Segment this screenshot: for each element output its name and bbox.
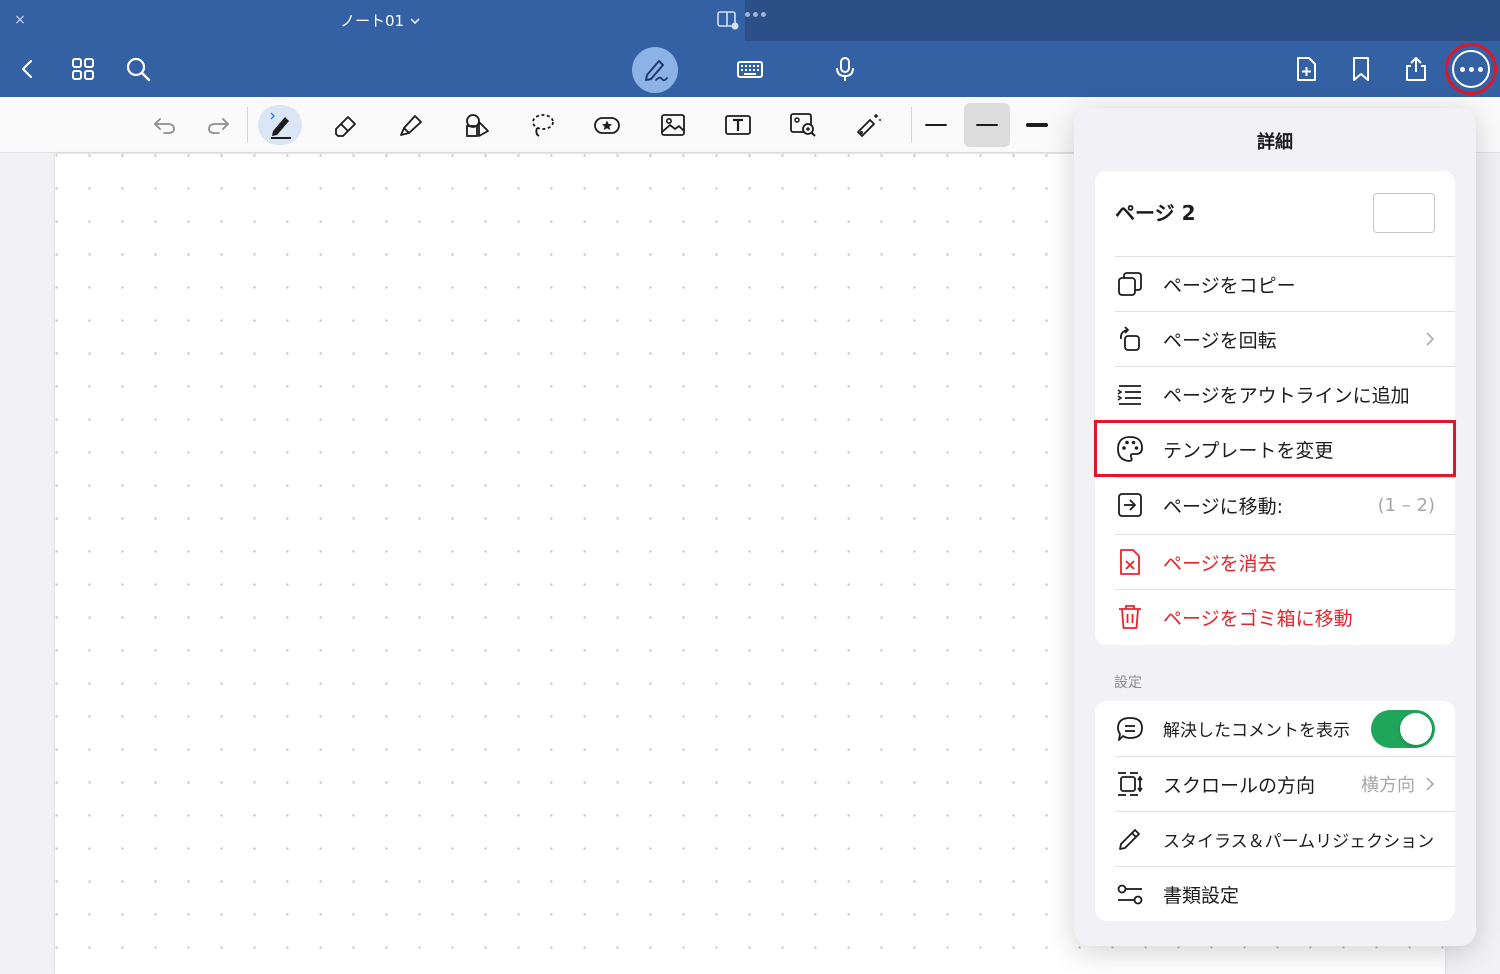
change-template-highlight (1094, 420, 1456, 477)
active-document-tab[interactable]: × ノート01 (0, 0, 745, 41)
more-icon (1459, 66, 1465, 72)
page-actions-group: ページ 2 ページをコピー ページを回転 ページをアウトラインに追加 テンプレー… (1095, 171, 1455, 645)
shapes-tool[interactable] (455, 105, 499, 145)
settings-section-label: 設定 (1114, 675, 1142, 691)
microphone-button[interactable] (825, 49, 865, 89)
copy-page-item[interactable]: ページをコピー (1115, 256, 1455, 311)
stroke-width-thick[interactable] (1014, 103, 1060, 147)
undo-button[interactable] (142, 105, 186, 145)
document-title: ノート01 (340, 12, 405, 30)
pen-mode-icon (645, 60, 668, 82)
settings-group: 解決したコメントを表示 スクロールの方向 横方向 スタイラス＆パームリジェクショ… (1095, 701, 1455, 921)
show-resolved-comments-toggle[interactable] (1371, 709, 1435, 748)
comment-icon (1117, 716, 1143, 741)
add-page-button[interactable] (1286, 49, 1326, 89)
clear-page-item[interactable]: ページを消去 (1115, 534, 1455, 589)
add-to-outline-item[interactable]: ページをアウトラインに追加 (1115, 366, 1455, 421)
add-page-icon (1297, 57, 1316, 81)
rotate-page-item[interactable]: ページを回転 (1115, 311, 1455, 366)
stylus-icon (1119, 829, 1140, 850)
share-button[interactable] (1396, 49, 1436, 89)
image-icon (661, 114, 685, 136)
copy-icon (1118, 272, 1142, 296)
toolbar-divider (247, 107, 248, 143)
chevron-right-icon (1426, 777, 1435, 791)
bookmark-button[interactable] (1341, 49, 1381, 89)
document-settings-item[interactable]: 書類設定 (1115, 866, 1455, 921)
stroke-width-medium[interactable] (964, 103, 1010, 147)
pen-mode-button[interactable] (632, 47, 678, 93)
back-icon (21, 59, 33, 79)
image-search-icon (790, 113, 816, 137)
eraser-tool[interactable] (324, 105, 368, 145)
search-icon (126, 57, 151, 82)
text-box-icon (725, 115, 751, 135)
keyboard-mode-button[interactable] (730, 49, 770, 89)
sticker-icon (594, 117, 620, 134)
show-resolved-comments-item: 解決したコメントを表示 (1115, 701, 1455, 756)
search-button[interactable] (118, 49, 158, 89)
image-tool[interactable] (651, 105, 695, 145)
go-to-page-item[interactable]: ページに移動: (1 – 2) (1115, 477, 1455, 532)
move-to-trash-item[interactable]: ページをゴミ箱に移動 (1115, 589, 1455, 644)
scroll-direction-icon (1118, 772, 1143, 796)
trash-icon (1119, 605, 1141, 629)
microphone-icon (836, 57, 854, 81)
shapes-icon (466, 114, 489, 137)
sticker-tool[interactable] (585, 105, 629, 145)
pen-icon (270, 112, 291, 139)
details-popover: 詳細 ページ 2 ページをコピー ページを回転 ページをアウトラインに追加 テン… (1074, 108, 1476, 946)
go-to-page-icon (1118, 493, 1142, 517)
eraser-icon (335, 116, 356, 137)
lasso-icon (532, 114, 554, 137)
document-title-menu[interactable]: ノート01 (340, 10, 420, 31)
undo-icon (154, 118, 175, 134)
page-thumbnail[interactable] (1373, 193, 1435, 233)
grid-view-button[interactable] (63, 49, 103, 89)
back-button[interactable] (8, 49, 48, 89)
image-search-tool[interactable] (781, 105, 825, 145)
page-range: (1 – 2) (1377, 494, 1435, 516)
chevron-right-icon (1426, 332, 1435, 346)
text-box-tool[interactable] (716, 105, 760, 145)
keyboard-icon (737, 61, 763, 78)
stroke-width-thin[interactable] (913, 103, 959, 147)
navigation-bar (0, 41, 1500, 97)
chevron-down-icon (410, 17, 420, 24)
pen-tool[interactable] (258, 105, 302, 145)
laser-pointer-tool[interactable] (846, 105, 890, 145)
stylus-palm-rejection-item[interactable]: スタイラス＆パームリジェクション (1115, 811, 1455, 866)
bookmark-icon (1353, 57, 1369, 81)
highlighter-icon (400, 115, 422, 136)
outline-icon (1117, 385, 1141, 405)
redo-button[interactable] (197, 105, 241, 145)
lasso-tool[interactable] (520, 105, 564, 145)
scroll-direction-item[interactable]: スクロールの方向 横方向 (1115, 756, 1455, 811)
redo-icon (208, 118, 229, 134)
highlighter-tool[interactable] (389, 105, 433, 145)
popover-title: 詳細 (1257, 132, 1293, 153)
grid-icon (72, 58, 94, 80)
split-view-icon[interactable] (717, 10, 739, 30)
page-number-label: ページ 2 (1115, 201, 1196, 225)
document-settings-icon (1117, 884, 1143, 905)
scroll-direction-value: 横方向 (1361, 775, 1415, 796)
rotate-icon (1119, 326, 1140, 351)
laser-pointer-icon (857, 114, 881, 137)
window-handle-icon[interactable] (745, 12, 766, 17)
tab-close-button[interactable]: × (12, 12, 28, 28)
share-icon (1406, 57, 1426, 81)
title-strip: × ノート01 (0, 0, 1500, 41)
toolbar-divider (911, 107, 912, 143)
clear-page-icon (1120, 549, 1140, 575)
more-button[interactable] (1452, 50, 1490, 88)
